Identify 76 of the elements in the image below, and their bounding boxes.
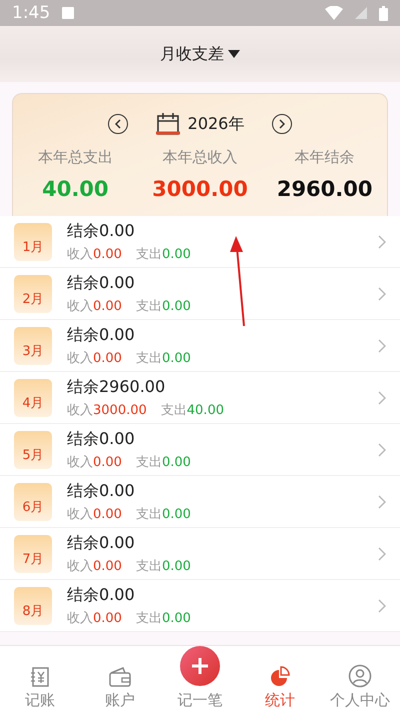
ledger-icon (29, 666, 51, 688)
month-expense: 支出40.00 (160, 402, 224, 418)
status-time: 1:45 (12, 3, 50, 23)
month-label: 7月 (22, 550, 44, 568)
month-balance: 结余0.00 (67, 220, 136, 242)
battery-icon (379, 6, 388, 20)
month-row[interactable]: 7月 结余0.00 收入0.00 支出0.00 (0, 528, 400, 580)
nav-tab[interactable]: 个人中心 (320, 646, 400, 710)
pie-chart-icon (269, 666, 291, 688)
month-label: 2月 (22, 290, 44, 308)
month-row[interactable]: 6月 结余0.00 收入0.00 支出0.00 (0, 476, 400, 528)
wifi-icon (325, 6, 343, 20)
month-expense: 支出0.00 (136, 298, 191, 314)
nav-tab[interactable]: 统计 (240, 646, 320, 710)
month-label: 5月 (22, 446, 44, 464)
month-income: 收入0.00 (67, 610, 122, 626)
chevron-right-icon (378, 338, 386, 352)
chevron-right-icon (378, 546, 386, 560)
next-year-button[interactable] (272, 114, 292, 134)
calendar-icon (156, 112, 180, 136)
previous-year-button[interactable] (108, 114, 128, 134)
month-balance: 结余0.00 (67, 324, 136, 346)
nav-tab[interactable]: 账户 (80, 646, 160, 710)
page-title[interactable]: 月收支差 (160, 44, 224, 64)
chevron-right-icon (378, 494, 386, 508)
month-expense: 支出0.00 (136, 454, 191, 470)
chevron-left-icon (114, 119, 121, 129)
nav-tab[interactable]: 记账 (0, 646, 80, 710)
stat-label: 本年结余 (294, 148, 355, 167)
wallet-icon (108, 666, 132, 688)
chevron-right-icon (378, 442, 386, 456)
stat-value: 2960.00 (276, 177, 372, 201)
chevron-right-icon (378, 234, 386, 248)
month-balance: 结余0.00 (67, 272, 136, 294)
chevron-right-icon (378, 286, 386, 300)
year-label: 2026年 (188, 114, 244, 134)
month-income: 收入3000.00 (67, 402, 147, 418)
month-income: 收入0.00 (67, 298, 122, 314)
month-income: 收入0.00 (67, 506, 122, 522)
month-label: 8月 (22, 602, 44, 620)
month-expense: 支出0.00 (136, 350, 191, 366)
month-expense: 支出0.00 (136, 558, 191, 574)
month-label: 4月 (22, 394, 44, 412)
notification-icon (62, 7, 74, 19)
dropdown-caret-icon[interactable] (228, 50, 240, 58)
month-balance: 结余2960.00 (67, 376, 166, 398)
chevron-right-icon (378, 598, 386, 612)
month-expense: 支出0.00 (136, 246, 191, 262)
month-income: 收入0.00 (67, 558, 122, 574)
month-label: 1月 (22, 238, 44, 256)
month-balance: 结余0.00 (67, 480, 136, 502)
chevron-right-icon (279, 119, 286, 129)
stat-value: 3000.00 (152, 177, 248, 201)
month-label: 6月 (22, 498, 44, 516)
month-row[interactable]: 4月 结余2960.00 收入3000.00 支出40.00 (0, 372, 400, 424)
month-balance: 结余0.00 (67, 584, 136, 606)
add-entry-button[interactable]: 记一笔 (160, 646, 240, 710)
stat-label: 本年总支出 (38, 148, 113, 167)
stat-value: 40.00 (42, 177, 109, 201)
month-income: 收入0.00 (67, 246, 122, 262)
month-expense: 支出0.00 (136, 610, 191, 626)
month-row[interactable]: 8月 结余0.00 收入0.00 支出0.00 (0, 580, 400, 632)
signal-icon (355, 7, 367, 19)
profile-icon (348, 664, 372, 688)
month-income: 收入0.00 (67, 454, 122, 470)
month-row[interactable]: 1月 结余0.00 收入0.00 支出0.00 (0, 216, 400, 268)
month-row[interactable]: 5月 结余0.00 收入0.00 支出0.00 (0, 424, 400, 476)
month-label: 3月 (22, 342, 44, 360)
chevron-right-icon (378, 390, 386, 404)
stat-label: 本年总收入 (162, 148, 238, 167)
month-row[interactable]: 2月 结余0.00 收入0.00 支出0.00 (0, 268, 400, 320)
month-balance: 结余0.00 (67, 428, 136, 450)
month-row[interactable]: 3月 结余0.00 收入0.00 支出0.00 (0, 320, 400, 372)
month-income: 收入0.00 (67, 350, 122, 366)
month-expense: 支出0.00 (136, 506, 191, 522)
month-balance: 结余0.00 (67, 532, 136, 554)
